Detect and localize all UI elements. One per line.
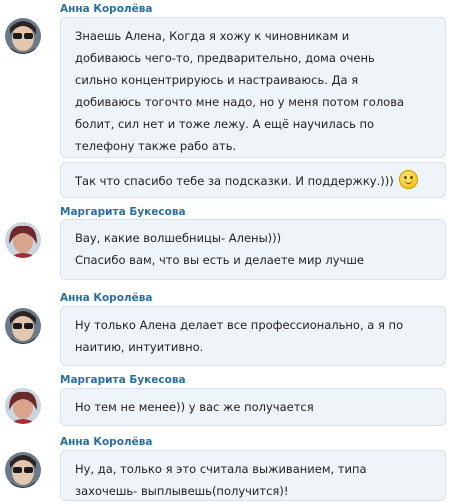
author-name[interactable]: Маргарита Букесова (60, 374, 186, 386)
message-line: наитию, интуитивно. (75, 340, 204, 354)
avatar-anna[interactable] (5, 18, 41, 54)
message-line: Знаешь Алена, Когда я хожу к чиновникам … (75, 29, 350, 43)
message-line: добиваюсь чего-то, предварительно, дома … (75, 51, 375, 65)
avatar-anna[interactable] (5, 452, 41, 488)
message-line: Ну, да, только я это считала выживанием,… (75, 462, 367, 476)
message-line: Спасибо вам, что вы есть и делаете мир л… (75, 253, 364, 267)
message-line: Ну только Алена делает все профессиональ… (75, 318, 404, 332)
message-line: Вау, какие волшебницы- Алены))) (75, 231, 282, 245)
message-bubble: Так что спасибо тебе за подсказки. И под… (60, 162, 446, 198)
author-name[interactable]: Анна Королёва (60, 3, 152, 15)
message-bubble: Знаешь Алена, Когда я хожу к чиновникам … (60, 17, 446, 158)
message-line: Так что спасибо тебе за подсказки. И под… (75, 174, 394, 188)
message-bubble: Вау, какие волшебницы- Алены))) Спасибо … (60, 219, 446, 280)
message-line: телефону также рабо ать. (75, 139, 237, 153)
author-name[interactable]: Маргарита Букесова (60, 206, 186, 218)
message-line: добиваюсь тогочто мне надо, но у меня по… (75, 95, 405, 109)
author-name[interactable]: Анна Королёва (60, 436, 152, 448)
message-line: захочешь- выплывешь(получится)! (75, 484, 289, 498)
message-bubble: Но тем не менее)) у вас же получается (60, 388, 446, 426)
avatar-margarita[interactable] (5, 222, 41, 258)
message-bubble: Ну, да, только я это считала выживанием,… (60, 450, 446, 501)
smile-emoji-icon (399, 170, 419, 189)
message-line: болит, сил нет и тоже лежу. А ещё научил… (75, 117, 375, 131)
avatar-anna[interactable] (5, 308, 41, 344)
author-name[interactable]: Анна Королёва (60, 292, 152, 304)
message-line: сильно концентрируюсь и настраиваюсь. Да… (75, 73, 359, 87)
message-bubble: Ну только Алена делает все профессиональ… (60, 306, 446, 366)
message-line: Но тем не менее)) у вас же получается (75, 400, 314, 414)
avatar-margarita[interactable] (5, 388, 41, 424)
